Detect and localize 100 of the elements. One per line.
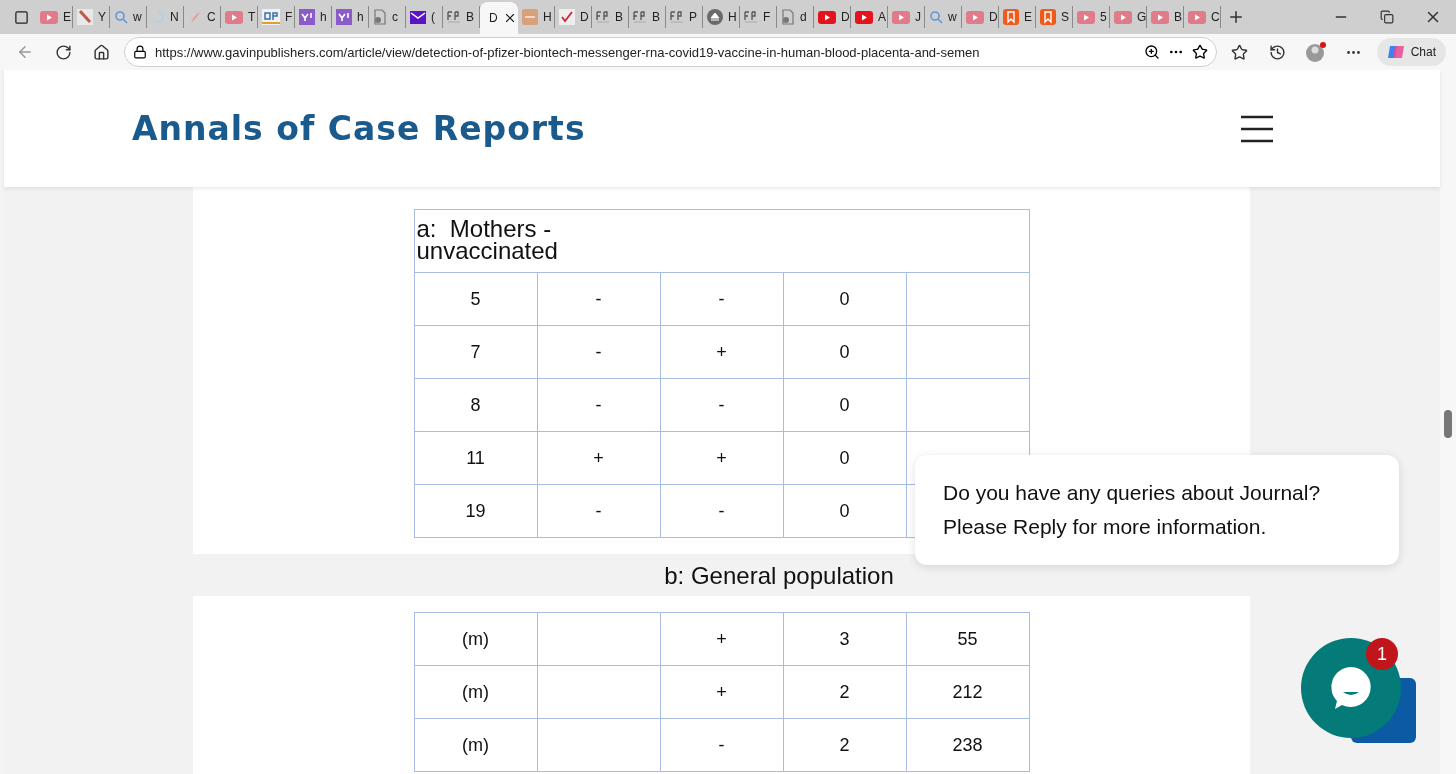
table-cell: 5	[414, 272, 537, 326]
table-cell: -	[660, 272, 783, 326]
video-icon	[1114, 10, 1132, 24]
table-cell: +	[660, 431, 783, 485]
table-cell: (m)	[414, 665, 537, 719]
table-cell: 19	[414, 484, 537, 538]
browser-tab[interactable]: (	[406, 6, 443, 28]
browser-tab[interactable]: D	[555, 6, 592, 28]
table-cell: 8	[414, 378, 537, 432]
table-cell: 2	[783, 665, 906, 719]
journal-title[interactable]: Annals of Case Reports	[132, 109, 586, 148]
table-cell: +	[660, 325, 783, 379]
copilot-icon	[1386, 43, 1405, 61]
spinner-icon	[151, 10, 165, 24]
browser-tab[interactable]: B	[1147, 6, 1184, 28]
popup-text: Do you have any queries about Journal?	[943, 481, 1322, 505]
browser-tab[interactable]: c	[369, 6, 406, 28]
browser-tab[interactable]: 5	[1073, 6, 1110, 28]
table-cell: +	[660, 665, 783, 719]
notification-badge: 1	[1366, 638, 1398, 670]
bookmark-icon	[1003, 9, 1019, 25]
fp-logo-icon	[670, 10, 684, 24]
table-cell: +	[537, 431, 660, 485]
video-icon	[1188, 10, 1206, 24]
table-cell: 238	[906, 718, 1029, 772]
browser-tab[interactable]: h	[295, 6, 332, 28]
video-icon	[855, 10, 873, 24]
table-cell: -	[537, 378, 660, 432]
leaf-icon	[188, 10, 202, 24]
table-cell: -	[537, 272, 660, 326]
popup-text: Please Reply for more information.	[943, 515, 1268, 539]
fp-logo-icon	[744, 10, 758, 24]
table-cell: 55	[906, 612, 1029, 666]
browser-tab[interactable]: B	[592, 6, 629, 28]
browser-tab[interactable]: w	[925, 6, 962, 28]
zoom-icon[interactable]	[1143, 44, 1160, 60]
browser-tab[interactable]: w	[110, 6, 147, 28]
table-cell: 0	[783, 378, 906, 432]
video-icon	[1151, 10, 1169, 24]
table-cell: 0	[783, 431, 906, 485]
browser-tab[interactable]: H	[518, 6, 555, 28]
video-icon	[225, 10, 243, 24]
table-cell: 0	[783, 484, 906, 538]
scroll-thumb[interactable]	[1444, 410, 1452, 438]
browser-tab[interactable]: C	[184, 6, 221, 28]
video-icon	[1077, 10, 1095, 24]
eject-icon	[707, 9, 723, 25]
yahoo-logo-icon	[336, 9, 352, 25]
browser-tab[interactable]: F	[258, 6, 295, 28]
table-cell: -	[660, 378, 783, 432]
table-cell: -	[537, 325, 660, 379]
table-cell: 11	[414, 431, 537, 485]
table-cell: 0	[783, 272, 906, 326]
browser-tab[interactable]: d	[777, 6, 814, 28]
table-cell: 0	[783, 325, 906, 379]
video-icon	[40, 10, 58, 24]
browser-tab[interactable]: Y	[73, 6, 110, 28]
browser-tab[interactable]: C	[1184, 6, 1221, 28]
browser-tab[interactable]: J	[888, 6, 925, 28]
table-cell: a: Mothers - unvaccinated	[414, 209, 1029, 273]
browser-tab[interactable]: E	[36, 6, 73, 28]
table-cell: (m)	[414, 718, 537, 772]
browser-tab[interactable]: B	[629, 6, 666, 28]
address-field[interactable]: https://www.gavinpublishers.com/article/view/detection-of-pfizer-biontech-messenger-rna-covid19-vaccine-in-human-blood-placenta-and-semen	[124, 37, 1217, 67]
star-icon[interactable]	[1191, 44, 1208, 60]
browser-tab[interactable]: h	[332, 6, 369, 28]
browser-tab[interactable]: E	[999, 6, 1036, 28]
fp-logo-icon	[447, 10, 461, 24]
bookmark-icon	[1040, 9, 1056, 25]
video-icon	[892, 10, 910, 24]
search-icon	[929, 10, 943, 24]
fp-logo-icon	[633, 10, 647, 24]
document-icon	[781, 9, 795, 25]
table-cell: 3	[783, 612, 906, 666]
browser-tab[interactable]: S	[1036, 6, 1073, 28]
browser-tab[interactable]: D	[480, 2, 518, 34]
menu-icon[interactable]	[1240, 114, 1274, 143]
chat-launcher-drawing[interactable]	[1301, 638, 1417, 744]
browser-tab[interactable]: P	[666, 6, 703, 28]
chat-popup[interactable]: Do you have any queries about Journal? Please Reply for more information.	[915, 455, 1399, 565]
browser-tab[interactable]: G	[1110, 6, 1147, 28]
browser-tab[interactable]: D	[814, 6, 851, 28]
table-cell: (m)	[414, 612, 537, 666]
table-cell: 2	[783, 718, 906, 772]
browser-tab[interactable]: D	[962, 6, 999, 28]
chat-button[interactable]: Chat	[1376, 38, 1446, 66]
browser-tab[interactable]: H	[703, 6, 740, 28]
document-icon	[373, 9, 387, 25]
brush-icon	[77, 9, 93, 25]
browser-tab[interactable]: T	[221, 6, 258, 28]
checkmark-icon	[559, 9, 575, 25]
table-cell: -	[660, 718, 783, 772]
video-icon	[966, 10, 984, 24]
table-cell: +	[660, 612, 783, 666]
fp-logo-icon	[596, 10, 610, 24]
browser-tab[interactable]: N	[147, 6, 184, 28]
browser-tab[interactable]: A	[851, 6, 888, 28]
browser-tab[interactable]: F	[740, 6, 777, 28]
mail-icon	[410, 10, 426, 24]
table-cell: -	[537, 484, 660, 538]
